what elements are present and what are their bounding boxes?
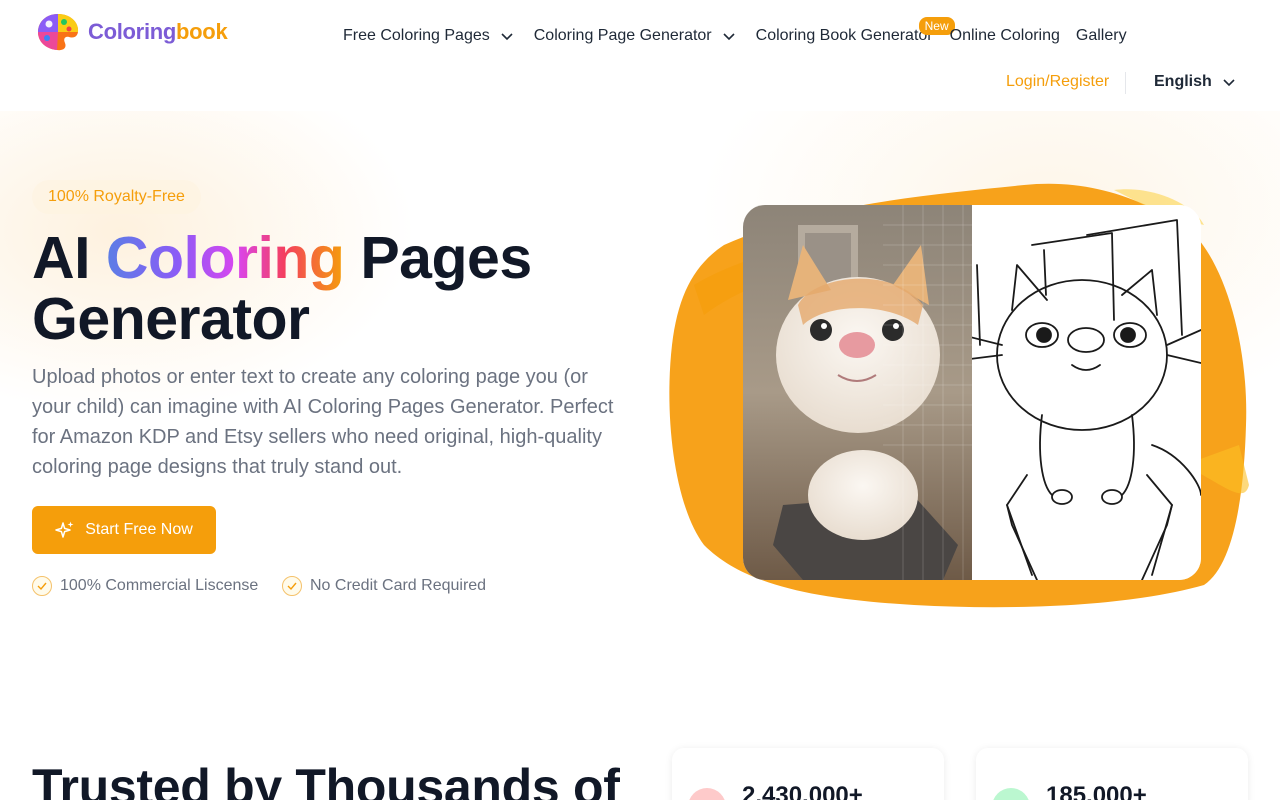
nav-coloring-book-generator[interactable]: Coloring Book Generator New <box>755 17 955 45</box>
nav-gallery-label: Gallery <box>1075 27 1127 44</box>
chevron-down-icon <box>1223 79 1235 87</box>
feature-label: 100% Commercial Liscense <box>60 577 259 594</box>
check-icon <box>32 576 52 596</box>
page: Coloringbook Free Coloring Pages Colorin… <box>0 0 1280 800</box>
palette-logo-icon <box>38 14 79 51</box>
language-label: English <box>1154 73 1212 90</box>
trusted-heading: Trusted by Thousands of <box>32 759 620 800</box>
start-free-now-button[interactable]: Start Free Now <box>32 506 216 554</box>
nav-free-coloring-pages[interactable]: Free Coloring Pages <box>343 27 514 45</box>
hero-title: AI Coloring Pages Generator <box>32 228 652 350</box>
stat-card: 185,000+ <box>976 748 1248 800</box>
hero-title-line2: Generator <box>32 286 310 352</box>
nav-online-coloring[interactable]: Online Coloring <box>950 27 1060 45</box>
site-header: Coloringbook Free Coloring Pages Colorin… <box>0 0 1280 111</box>
feature-commercial-license: 100% Commercial Liscense <box>32 576 258 596</box>
start-free-now-label: Start Free Now <box>85 521 193 538</box>
feature-no-credit-card: No Credit Card Required <box>282 576 486 596</box>
nav-free-coloring-pages-label: Free Coloring Pages <box>343 27 490 44</box>
stat-card: 2,430,000+ <box>672 748 944 800</box>
before-after-image <box>743 205 1201 580</box>
chevron-down-icon <box>501 33 513 41</box>
stat-icon <box>992 788 1030 800</box>
language-selector[interactable]: English <box>1154 73 1236 91</box>
nav-coloring-page-generator-label: Coloring Page Generator <box>533 27 712 44</box>
logo[interactable]: Coloringbook <box>36 12 228 52</box>
header-divider <box>1125 72 1126 94</box>
hero-title-gradient: Coloring <box>105 225 345 291</box>
logo-text: Coloringbook <box>88 19 228 45</box>
check-icon <box>282 576 302 596</box>
nav-coloring-page-generator[interactable]: Coloring Page Generator <box>534 27 736 45</box>
chevron-down-icon <box>723 33 735 41</box>
cat-coloring-page-image <box>972 205 1201 580</box>
nav-gallery[interactable]: Gallery <box>1076 27 1127 45</box>
sparkle-icon <box>55 521 74 538</box>
logo-text-book: book <box>176 19 228 44</box>
stat-value: 2,430,000+ <box>742 782 863 800</box>
stat-icon <box>688 788 726 800</box>
hero-title-post: Pages <box>344 225 532 291</box>
royalty-free-badge: 100% Royalty-Free <box>32 180 201 214</box>
nav-online-coloring-label: Online Coloring <box>949 27 1060 44</box>
cat-photo-image <box>743 205 972 580</box>
hero-title-pre: AI <box>32 225 106 291</box>
feature-label: No Credit Card Required <box>310 577 487 594</box>
logo-text-coloring: Coloring <box>88 19 177 44</box>
main-nav: Free Coloring Pages Coloring Page Genera… <box>343 17 1127 48</box>
stat-value: 185,000+ <box>1046 782 1147 800</box>
login-register-link[interactable]: Login/Register <box>1006 73 1109 91</box>
hero-description: Upload photos or enter text to create an… <box>32 366 614 478</box>
nav-coloring-book-generator-label: Coloring Book Generator <box>755 27 933 44</box>
